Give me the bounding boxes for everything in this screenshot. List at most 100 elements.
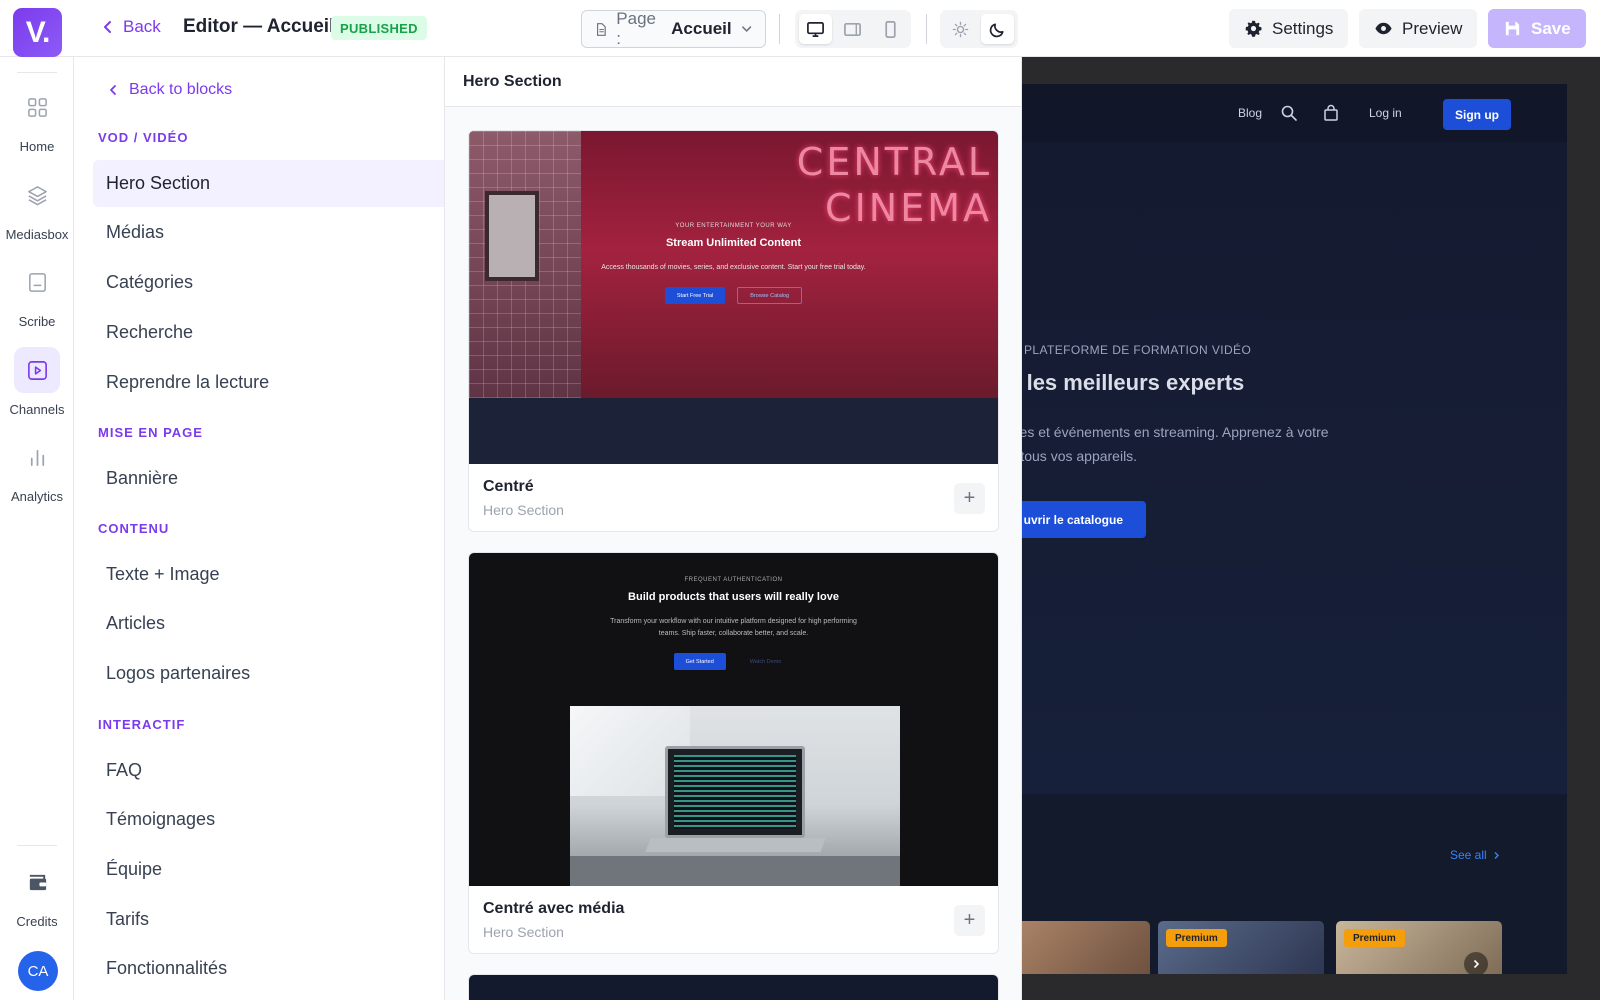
preview-label: Preview — [1402, 18, 1463, 38]
back-label: Back — [123, 17, 161, 36]
preview-nav-blog[interactable]: Blog — [1238, 106, 1262, 120]
light-theme-button[interactable] — [944, 14, 977, 44]
block-item-faq[interactable]: FAQ — [93, 747, 444, 794]
variant-category: Hero Section — [483, 924, 564, 940]
mobile-view-button[interactable] — [874, 14, 907, 44]
preview-hero-description-line: aires et événements en streaming. Appren… — [1022, 424, 1329, 440]
top-bar: V. Back Editor — Accueil PUBLISHED Page … — [0, 0, 1600, 57]
rail-item-home[interactable]: Home — [0, 84, 74, 154]
rail-label: Home — [19, 139, 55, 154]
block-item-reprendre-lecture[interactable]: Reprendre la lecture — [93, 359, 444, 406]
gear-icon — [1245, 20, 1262, 37]
preview-hero-cta[interactable]: uvrir le catalogue — [1022, 501, 1146, 538]
thumb-description: teams. Ship faster, collaborate better, … — [658, 630, 809, 637]
block-item-categories[interactable]: Catégories — [93, 259, 444, 306]
chevron-left-icon — [110, 85, 116, 95]
premium-badge: Premium — [1344, 929, 1405, 947]
block-item-articles[interactable]: Articles — [93, 600, 444, 647]
tablet-view-button[interactable] — [836, 14, 869, 44]
preview-hero-kicker: PLATEFORME DE FORMATION VIDÉO — [1024, 343, 1252, 357]
save-button[interactable]: Save — [1488, 9, 1586, 48]
settings-label: Settings — [1272, 18, 1334, 38]
back-button[interactable]: Back — [101, 17, 161, 37]
thumb-neon-sign: CENTRAL — [796, 140, 992, 184]
block-item-equipe[interactable]: Équipe — [93, 846, 444, 893]
variant-footer: Centré Hero Section + — [469, 464, 998, 531]
bar-chart-icon — [14, 434, 60, 480]
save-icon — [1505, 21, 1520, 36]
mobile-icon — [885, 20, 896, 38]
add-variant-button[interactable]: + — [954, 905, 985, 936]
rail-label: Scribe — [18, 314, 56, 329]
see-all-label: See all — [1450, 848, 1487, 862]
chevron-right-icon — [1494, 851, 1499, 859]
section-heading: CONTENU — [98, 521, 170, 536]
search-icon[interactable] — [1280, 104, 1298, 122]
desktop-icon — [807, 21, 825, 37]
preview-signup-button[interactable]: Sign up — [1443, 99, 1511, 130]
preview-see-all-link[interactable]: See all — [1450, 848, 1501, 862]
app-logo[interactable]: V. — [13, 8, 62, 57]
rail-item-scribe[interactable]: Scribe — [0, 259, 74, 329]
tablet-icon — [844, 22, 862, 36]
back-to-blocks-button[interactable]: Back to blocks — [107, 81, 232, 99]
premium-badge: Premium — [1166, 929, 1227, 947]
block-item-tarifs[interactable]: Tarifs — [93, 896, 444, 943]
desktop-view-button[interactable] — [799, 14, 833, 44]
layers-icon — [14, 172, 60, 218]
chevron-left-icon — [104, 21, 111, 33]
section-heading: INTERACTIF — [98, 717, 186, 732]
preview-button[interactable]: Preview — [1359, 9, 1478, 48]
section-heading: VOD / VIDÉO — [98, 130, 189, 145]
sun-icon — [952, 21, 969, 37]
block-item-hero-section[interactable]: Hero Section — [93, 160, 444, 207]
variant-card[interactable] — [468, 974, 999, 1000]
block-item-medias[interactable]: Médias — [93, 209, 444, 256]
thumb-secondary-button: Watch Demo — [749, 658, 782, 665]
block-item-texte-image[interactable]: Texte + Image — [93, 551, 444, 598]
rail-item-mediasbox[interactable]: Mediasbox — [0, 172, 74, 242]
rail-item-credits[interactable]: Credits — [0, 859, 74, 929]
variant-name: Centré — [483, 478, 534, 495]
grid-icon — [14, 84, 60, 130]
preview-media-card[interactable]: m — [1022, 921, 1150, 974]
carousel-next-button[interactable] — [1464, 952, 1488, 974]
preview-media-card[interactable]: Premium — [1158, 921, 1324, 974]
settings-button[interactable]: Settings — [1229, 9, 1349, 48]
shopping-bag-icon[interactable] — [1322, 104, 1340, 122]
rail-item-analytics[interactable]: Analytics — [0, 434, 74, 504]
rail-divider — [17, 845, 57, 846]
thumb-description: Transform your workflow with our intuiti… — [610, 618, 857, 625]
variants-panel: Hero Section CENTRAL CINEMA YOUR ENTERTA… — [445, 57, 1022, 1000]
preview-hero-description: aires et événements en streaming. Appren… — [1022, 420, 1329, 468]
section-heading: MISE EN PAGE — [98, 425, 203, 440]
variant-name: Centré avec média — [483, 900, 625, 917]
thumb-background — [469, 975, 998, 1000]
add-variant-button[interactable]: + — [954, 483, 985, 514]
avatar[interactable]: CA — [18, 951, 58, 991]
thumb-neon-sign: CINEMA — [825, 186, 992, 230]
page-select-value: Accueil — [671, 19, 732, 38]
variant-footer: Centré avec média Hero Section + — [469, 886, 998, 953]
thumb-laptop-base — [645, 838, 826, 852]
site-preview: Blog Log in Sign up PLATEFORME DE FORMAT… — [1022, 84, 1567, 974]
variant-card[interactable]: CENTRAL CINEMA YOUR ENTERTAINMENT YOUR W… — [468, 130, 999, 532]
document-icon — [14, 259, 60, 305]
block-item-fonctionnalites[interactable]: Fonctionnalités — [93, 945, 444, 992]
wallet-icon — [14, 859, 60, 905]
thumb-buttons: Get Started Watch Demo — [469, 653, 998, 670]
rail-item-channels[interactable]: Channels — [0, 347, 74, 417]
block-item-logos-partenaires[interactable]: Logos partenaires — [93, 650, 444, 697]
block-item-recherche[interactable]: Recherche — [93, 309, 444, 356]
dark-theme-button[interactable] — [981, 14, 1014, 44]
thumb-laptop-screen — [665, 746, 805, 838]
thumb-description: Access thousands of movies, series, and … — [601, 264, 866, 271]
moon-icon — [989, 22, 1004, 37]
thumb-laptop-photo — [570, 706, 900, 886]
block-item-banniere[interactable]: Bannière — [93, 455, 444, 502]
variant-card[interactable]: FREQUENT AUTHENTICATION Build products t… — [468, 552, 999, 954]
page-select[interactable]: Page : Accueil — [581, 9, 766, 48]
preview-canvas: Blog Log in Sign up PLATEFORME DE FORMAT… — [1022, 57, 1600, 1000]
block-item-temoignages[interactable]: Témoignages — [93, 796, 444, 843]
preview-nav-login[interactable]: Log in — [1369, 106, 1402, 120]
